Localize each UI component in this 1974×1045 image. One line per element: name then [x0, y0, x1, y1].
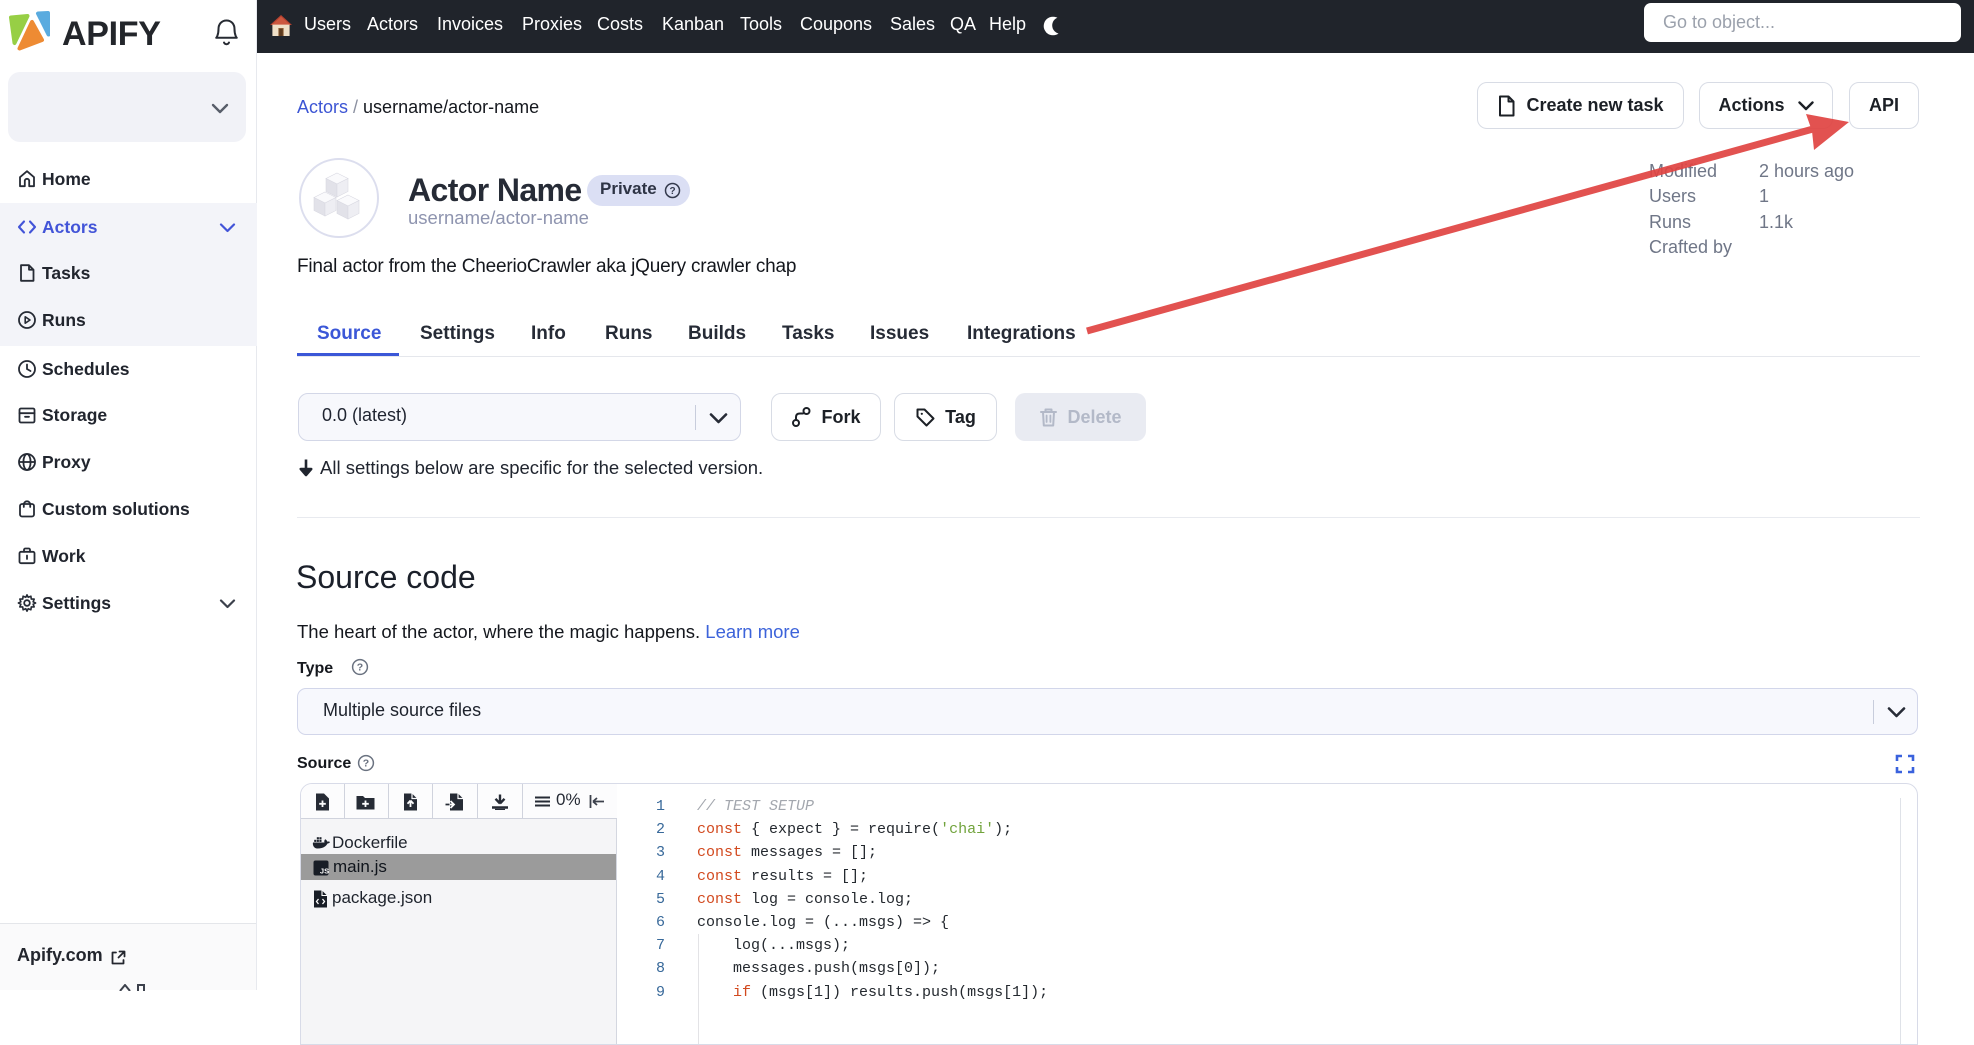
svg-text:JS: JS — [320, 867, 329, 876]
svg-text:?: ? — [669, 186, 675, 197]
svg-text:?: ? — [363, 758, 369, 770]
svg-text:?: ? — [357, 662, 363, 674]
